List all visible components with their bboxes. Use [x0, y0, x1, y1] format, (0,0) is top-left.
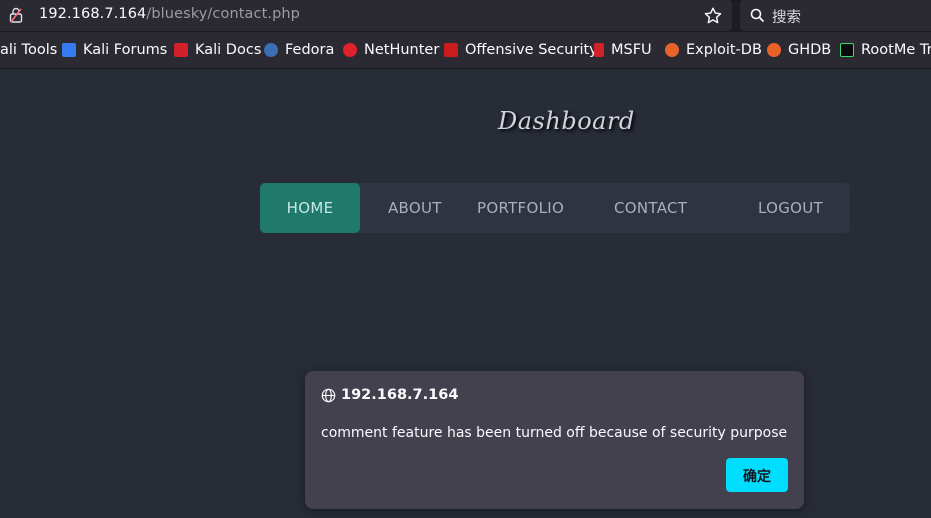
- ghdb-icon: [767, 43, 781, 57]
- bookmark-label: MSFU: [611, 42, 652, 58]
- nav-logout[interactable]: LOGOUT: [758, 183, 823, 233]
- address-bar[interactable]: 192.168.7.164/bluesky/contact.php: [0, 0, 732, 31]
- bookmark-label: Offensive Security: [465, 42, 598, 58]
- bookmark-rootme[interactable]: RootMe Tr: [840, 32, 931, 68]
- kali-forums-icon: [62, 43, 76, 57]
- kali-docs-icon: [174, 43, 188, 57]
- nav-home[interactable]: HOME: [260, 183, 360, 233]
- bookmark-label: Exploit-DB: [686, 42, 762, 58]
- globe-icon: [321, 388, 336, 402]
- dialog-message: comment feature has been turned off beca…: [321, 425, 788, 441]
- search-icon: [750, 8, 765, 23]
- bookmark-ghdb[interactable]: GHDB: [767, 32, 831, 68]
- bookmark-label: GHDB: [788, 42, 832, 58]
- url-path: /bluesky/contact.php: [146, 6, 300, 22]
- bookmark-label: RootMe Tr: [861, 42, 931, 58]
- browser-toolbar: 192.168.7.164/bluesky/contact.php 搜索: [0, 0, 931, 32]
- bookmark-label: Fedora: [285, 42, 335, 58]
- bookmark-kali-forums[interactable]: Kali Forums: [62, 32, 167, 68]
- dialog-origin: 192.168.7.164: [341, 387, 459, 403]
- bookmark-nethunter[interactable]: NetHunter: [343, 32, 439, 68]
- bookmark-star-icon[interactable]: [703, 6, 723, 26]
- main-nav: HOME ABOUT PORTFOLIO CONTACT LOGOUT: [260, 183, 850, 233]
- bookmark-label: NetHunter: [364, 42, 440, 58]
- bookmark-kali-tools[interactable]: ali Tools: [0, 32, 57, 68]
- search-placeholder: 搜索: [772, 10, 801, 26]
- insecure-lock-icon[interactable]: [9, 7, 23, 23]
- bookmark-label: ali Tools: [0, 42, 58, 58]
- bookmark-kali-docs[interactable]: Kali Docs: [174, 32, 261, 68]
- rootme-icon: [840, 43, 854, 57]
- nav-about[interactable]: ABOUT: [388, 183, 442, 233]
- bookmark-fedora[interactable]: Fedora: [264, 32, 334, 68]
- alert-dialog: 192.168.7.164 comment feature has been t…: [305, 371, 804, 509]
- bookmark-msfu[interactable]: MSFU: [594, 32, 652, 68]
- msfu-icon: [594, 43, 604, 57]
- bookmark-label: Kali Forums: [83, 42, 168, 58]
- bookmark-label: Kali Docs: [195, 42, 262, 58]
- exploit-db-icon: [665, 43, 679, 57]
- offsec-icon: [444, 43, 458, 57]
- url-text[interactable]: 192.168.7.164/bluesky/contact.php: [39, 6, 300, 22]
- bookmarks-bar: ali Tools Kali Forums Kali Docs Fedora N…: [0, 32, 931, 69]
- page-title: Dashboard: [498, 107, 635, 135]
- nethunter-icon: [343, 43, 357, 57]
- bookmark-offensive-security[interactable]: Offensive Security: [444, 32, 598, 68]
- nav-portfolio[interactable]: PORTFOLIO: [477, 183, 564, 233]
- ok-button[interactable]: 确定: [726, 458, 788, 492]
- fedora-icon: [264, 43, 278, 57]
- bookmark-exploit-db[interactable]: Exploit-DB: [665, 32, 762, 68]
- search-bar[interactable]: 搜索: [740, 0, 931, 31]
- url-host: 192.168.7.164: [39, 6, 147, 22]
- dialog-header: 192.168.7.164: [321, 387, 458, 403]
- nav-contact[interactable]: CONTACT: [614, 183, 687, 233]
